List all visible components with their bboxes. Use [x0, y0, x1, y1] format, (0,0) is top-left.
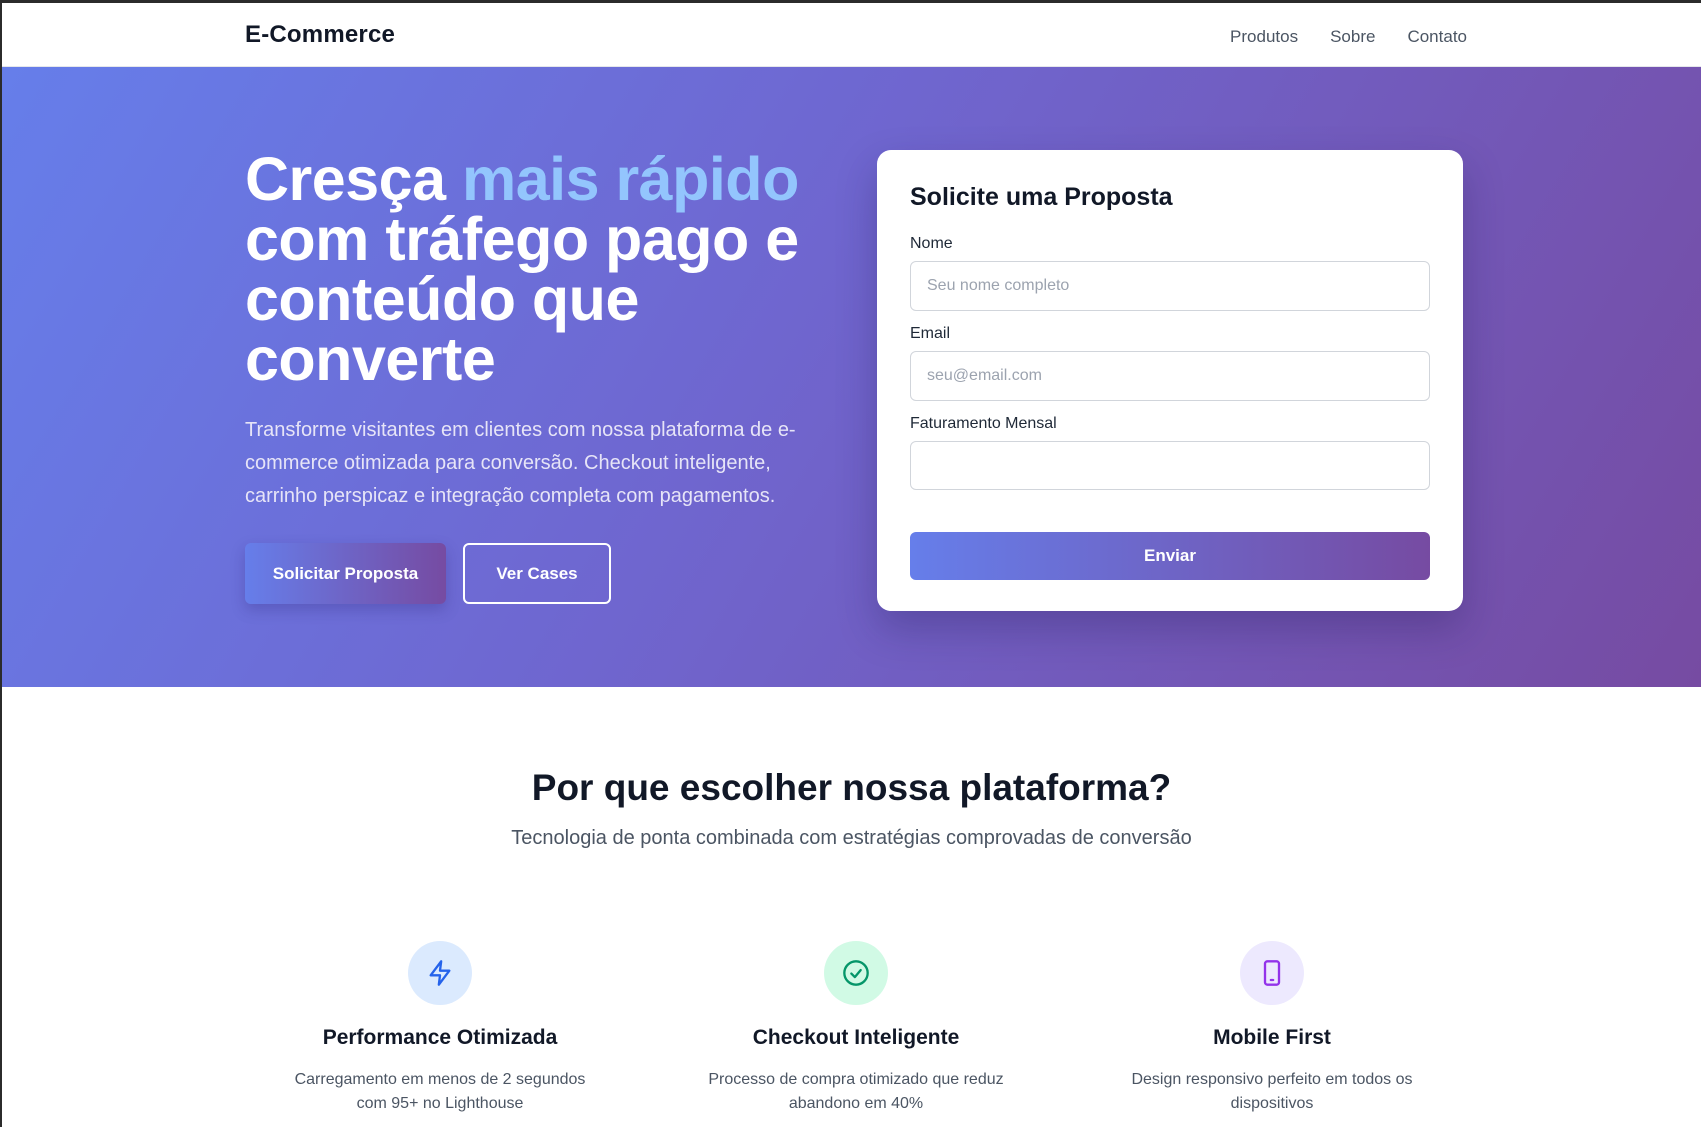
nav-link-sobre[interactable]: Sobre — [1330, 27, 1375, 47]
main-nav: Produtos Sobre Contato — [1230, 27, 1467, 47]
hero-title: Cresça mais rápido com tráfego pago e co… — [245, 149, 845, 390]
feature-title: Mobile First — [1213, 1026, 1331, 1049]
request-proposal-button[interactable]: Solicitar Proposta — [245, 543, 446, 604]
revenue-select[interactable] — [910, 441, 1430, 490]
name-input[interactable] — [910, 261, 1430, 311]
hero-section: Cresça mais rápido com tráfego pago e co… — [2, 67, 1701, 687]
hero-title-part1: Cresça — [245, 145, 462, 213]
email-label: Email — [910, 325, 951, 342]
features-subtitle: Tecnologia de ponta combinada com estrat… — [511, 827, 1192, 849]
feature-title: Performance Otimizada — [322, 1026, 558, 1049]
feature-card-mobile: Mobile First Design responsivo perfeito … — [1092, 941, 1452, 1116]
feature-description: Design responsivo perfeito em todos os d… — [1131, 1071, 1413, 1112]
feature-description: Carregamento em menos de 2 segundos com … — [294, 1071, 586, 1112]
brand-logo[interactable]: E-Commerce — [245, 21, 395, 49]
feature-description: Processo de compra otimizado que reduz a… — [708, 1071, 1004, 1112]
feature-title: Checkout Inteligente — [752, 1026, 960, 1049]
features-title: Por que escolher nossa plataforma? — [531, 767, 1172, 808]
nav-link-produtos[interactable]: Produtos — [1230, 27, 1298, 47]
check-circle-icon — [824, 941, 888, 1005]
revenue-label: Faturamento Mensal — [910, 415, 1057, 432]
view-cases-button[interactable]: Ver Cases — [463, 543, 611, 604]
hero-subtitle: Transforme visitantes em clientes com no… — [245, 419, 796, 507]
feature-card-performance: Performance Otimizada Carregamento em me… — [260, 941, 620, 1116]
proposal-form-card: Solicite uma Proposta Nome Email Faturam… — [877, 150, 1463, 611]
nav-link-contato[interactable]: Contato — [1407, 27, 1467, 47]
submit-button[interactable]: Enviar — [910, 532, 1430, 580]
form-title: Solicite uma Proposta — [910, 183, 1173, 211]
name-label: Nome — [910, 235, 953, 252]
lightning-icon — [408, 941, 472, 1005]
feature-card-checkout: Checkout Inteligente Processo de compra … — [676, 941, 1036, 1116]
smartphone-icon — [1240, 941, 1304, 1005]
email-input[interactable] — [910, 351, 1430, 401]
top-navbar: E-Commerce Produtos Sobre Contato — [2, 3, 1701, 67]
hero-title-part2: com tráfego pago e conteúdo que converte — [245, 205, 799, 393]
hero-title-accent: mais rápido — [461, 145, 799, 213]
